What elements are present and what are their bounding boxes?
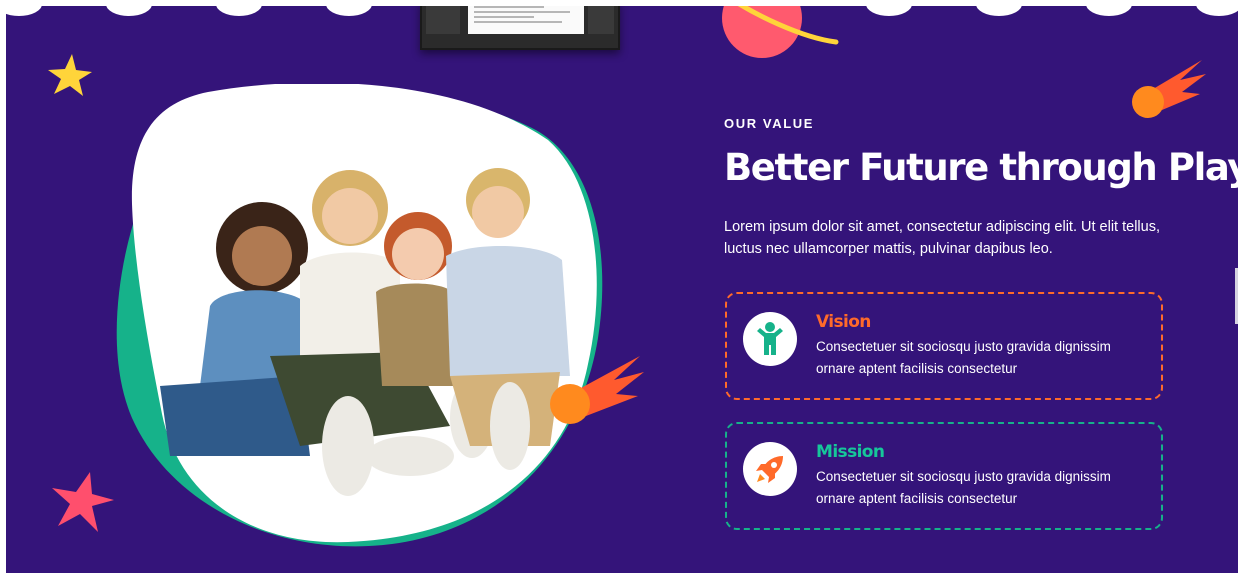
planet-icon xyxy=(722,6,839,58)
mission-title: Mission xyxy=(816,442,885,462)
mission-icon-badge xyxy=(743,442,797,496)
rocket-icon xyxy=(756,456,783,483)
child-icon xyxy=(757,322,783,355)
scalloped-edge xyxy=(6,6,1238,16)
star-icon xyxy=(52,472,114,532)
mission-text: Consectetuer sit sociosqu justo gravida … xyxy=(816,469,1111,506)
section-intro: Lorem ipsum dolor sit amet, consectetur … xyxy=(724,219,1160,257)
children-group-photo xyxy=(160,168,570,496)
section-eyebrow: OUR VALUE xyxy=(724,116,814,131)
value-section: OUR VALUE Better Future through Play Lor… xyxy=(6,6,1238,573)
vision-title: Vision xyxy=(816,312,871,332)
vision-text: Consectetuer sit sociosqu justo gravida … xyxy=(816,339,1111,376)
scrollbar-thumb[interactable] xyxy=(1235,268,1238,324)
mission-card: Mission Consectetuer sit sociosqu justo … xyxy=(725,422,1163,530)
star-icon xyxy=(48,54,92,96)
vision-icon-badge xyxy=(743,312,797,366)
comet-icon xyxy=(1132,60,1206,118)
comet-icon xyxy=(550,356,644,424)
embedded-screenshot xyxy=(420,6,620,50)
section-headline: Better Future through Play xyxy=(724,146,1238,189)
vision-card: Vision Consectetuer sit sociosqu justo g… xyxy=(725,292,1163,400)
